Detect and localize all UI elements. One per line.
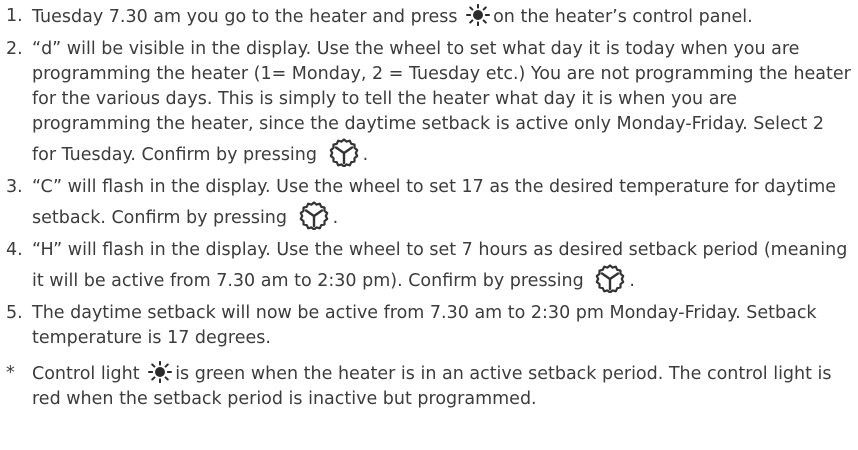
step-number: 1. bbox=[6, 6, 23, 26]
step-text: “C” will flash in the display. Use the w… bbox=[32, 175, 851, 231]
step-text-before: “d” will be visible in the display. Use … bbox=[32, 39, 851, 165]
setup-steps-list: 1. Tuesday 7.30 am you go to the heater … bbox=[6, 4, 851, 419]
sun-icon bbox=[466, 4, 491, 26]
gear-wheel-icon bbox=[299, 201, 328, 230]
step-3: 3. “C” will flash in the display. Use th… bbox=[6, 175, 851, 231]
step-text-after: on the heater’s control panel. bbox=[493, 7, 753, 27]
step-number: 2. bbox=[6, 39, 23, 59]
step-2: 2. “d” will be visible in the display. U… bbox=[6, 37, 851, 168]
footnote-marker: * bbox=[6, 363, 15, 383]
step-number: 5. bbox=[6, 303, 23, 323]
step-number: 3. bbox=[6, 177, 23, 197]
step-text-before: “C” will flash in the display. Use the w… bbox=[32, 177, 837, 228]
step-text-after: . bbox=[629, 271, 635, 291]
step-text: “d” will be visible in the display. Use … bbox=[32, 37, 851, 168]
footnote-text: Control light is green when the heater i… bbox=[32, 361, 851, 412]
step-text: “H” will flash in the display. Use the w… bbox=[32, 238, 851, 294]
step-text-before: “H” will flash in the display. Use the w… bbox=[32, 240, 848, 291]
step-text: The daytime setback will now be active f… bbox=[32, 303, 817, 348]
footnote: * Control light is green when the heater bbox=[6, 361, 851, 412]
step-text-after: . bbox=[362, 145, 369, 165]
gear-wheel-icon bbox=[329, 138, 358, 167]
step-5: 5. The daytime setback will now be activ… bbox=[6, 301, 851, 351]
step-number: 4. bbox=[6, 240, 23, 260]
sun-icon bbox=[148, 361, 173, 383]
step-text: Tuesday 7.30 am you go to the heater and… bbox=[32, 4, 851, 30]
instruction-page: 1. Tuesday 7.30 am you go to the heater … bbox=[0, 0, 858, 450]
step-4: 4. “H” will flash in the display. Use th… bbox=[6, 238, 851, 294]
gear-wheel-icon bbox=[596, 264, 625, 293]
step-text-before: Tuesday 7.30 am you go to the heater and… bbox=[32, 7, 458, 27]
footnote-text-before: Control light bbox=[32, 364, 140, 384]
step-1: 1. Tuesday 7.30 am you go to the heater … bbox=[6, 4, 851, 30]
step-text-after: . bbox=[332, 208, 339, 228]
